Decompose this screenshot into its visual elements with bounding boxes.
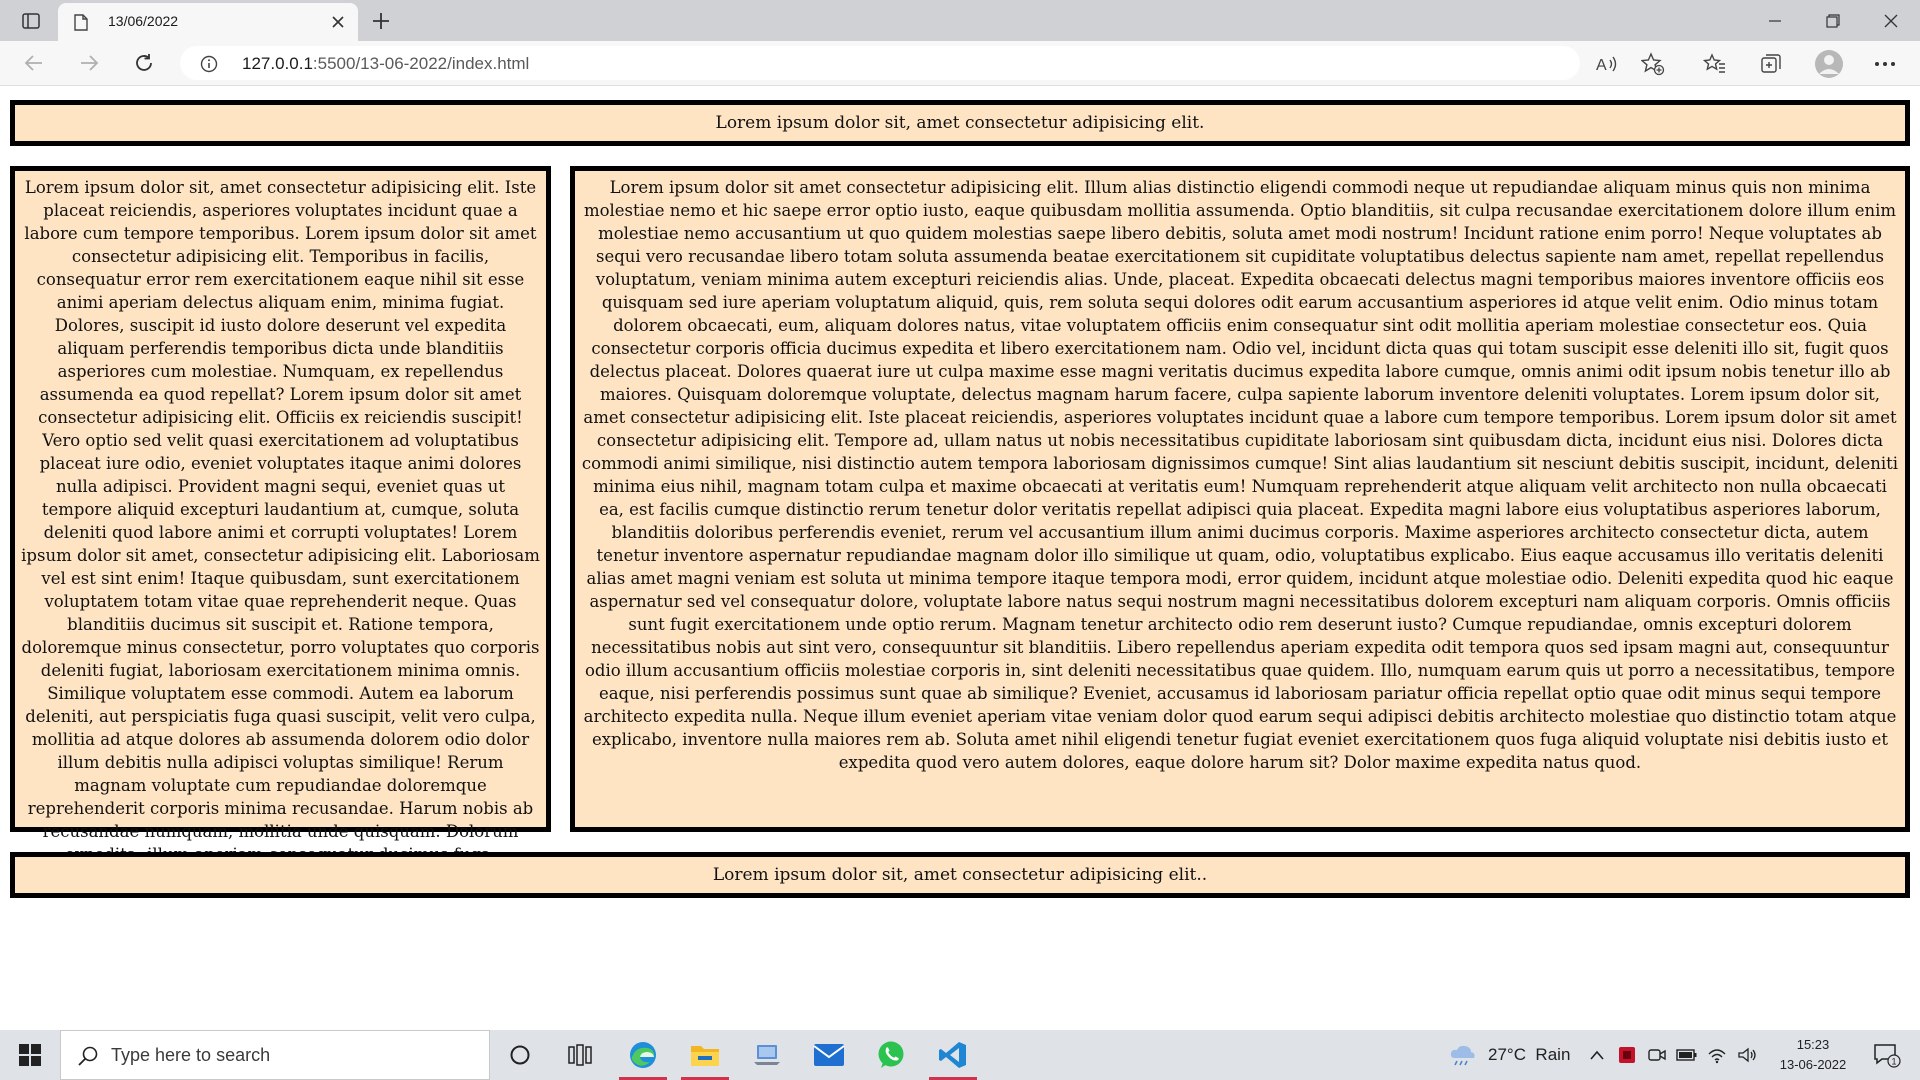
restore-icon[interactable] — [1804, 0, 1862, 41]
web-page: Lorem ipsum dolor sit, amet consectetur … — [0, 87, 1920, 1030]
clock-time: 15:23 — [1796, 1037, 1830, 1052]
tab-actions-icon[interactable] — [14, 9, 48, 33]
tab-title: 13/06/2022 — [108, 13, 179, 29]
browser-tab[interactable]: 13/06/2022 — [58, 3, 358, 41]
url-host: 127.0.0.1 — [242, 54, 313, 73]
weather-text: 27°C Rain — [1488, 1045, 1571, 1064]
read-aloud-icon[interactable]: A — [1594, 51, 1620, 77]
right-column: Lorem ipsum dolor sit amet consectetur a… — [570, 166, 1910, 832]
chevron-up-icon[interactable] — [1582, 1030, 1612, 1080]
laptop-app-icon[interactable] — [737, 1030, 797, 1080]
left-column: Lorem ipsum dolor sit, amet consectetur … — [10, 166, 551, 864]
whatsapp-icon[interactable] — [861, 1030, 921, 1080]
meet-now-icon[interactable] — [1642, 1030, 1672, 1080]
wifi-icon[interactable] — [1702, 1030, 1732, 1080]
address-bar[interactable]: 127.0.0.1:5500/13-06-2022/index.html — [180, 46, 1580, 80]
url-path: :5500/13-06-2022/index.html — [312, 54, 530, 73]
back-arrow-icon[interactable] — [20, 49, 48, 77]
vscode-icon[interactable] — [923, 1030, 983, 1080]
search-icon — [77, 1045, 99, 1071]
rain-cloud-icon — [1450, 1045, 1475, 1066]
tray-app-icon[interactable] — [1612, 1030, 1642, 1080]
favorites-icon[interactable] — [1702, 51, 1728, 77]
volume-icon[interactable] — [1732, 1030, 1762, 1080]
minimize-icon[interactable] — [1746, 0, 1804, 41]
profile-avatar-icon[interactable] — [1814, 49, 1844, 79]
page-footer: Lorem ipsum dolor sit, amet consectetur … — [10, 852, 1910, 898]
windows-start-icon[interactable] — [0, 1030, 60, 1080]
new-tab-icon[interactable] — [368, 8, 394, 34]
weather-widget[interactable]: 27°C Rain — [1448, 1030, 1570, 1080]
cortana-icon[interactable] — [490, 1030, 550, 1080]
browser-tab-strip: 13/06/2022 — [0, 0, 1920, 41]
browser-toolbar: 127.0.0.1:5500/13-06-2022/index.html A — [0, 41, 1920, 86]
more-menu-icon[interactable] — [1872, 51, 1898, 77]
battery-icon[interactable] — [1672, 1030, 1702, 1080]
search-placeholder: Type here to search — [111, 1045, 271, 1065]
mail-icon[interactable] — [799, 1030, 859, 1080]
svg-text:A: A — [1596, 57, 1607, 74]
taskbar-search-box[interactable]: Type here to search — [60, 1030, 490, 1080]
task-view-icon[interactable] — [550, 1030, 610, 1080]
taskbar-clock[interactable]: 15:23 13-06-2022 — [1768, 1035, 1858, 1075]
window-close-icon[interactable] — [1862, 0, 1920, 41]
collections-icon[interactable] — [1758, 51, 1784, 77]
refresh-icon[interactable] — [130, 49, 158, 77]
page-favicon-icon — [74, 14, 88, 35]
url-text: 127.0.0.1:5500/13-06-2022/index.html — [242, 54, 529, 74]
edge-browser-icon[interactable] — [613, 1030, 673, 1080]
add-favorite-icon[interactable] — [1640, 51, 1666, 77]
windows-taskbar: Type here to search 27°C Rain 15:23 13-0… — [0, 1030, 1920, 1080]
forward-arrow-icon[interactable] — [75, 49, 103, 77]
site-info-icon[interactable] — [200, 55, 218, 77]
notification-count: 1 — [1891, 1057, 1896, 1067]
notification-center-icon[interactable]: 1 — [1862, 1030, 1912, 1080]
file-explorer-icon[interactable] — [675, 1030, 735, 1080]
tab-close-icon[interactable] — [330, 14, 346, 30]
clock-date: 13-06-2022 — [1779, 1057, 1847, 1072]
page-header: Lorem ipsum dolor sit, amet consectetur … — [10, 100, 1910, 146]
